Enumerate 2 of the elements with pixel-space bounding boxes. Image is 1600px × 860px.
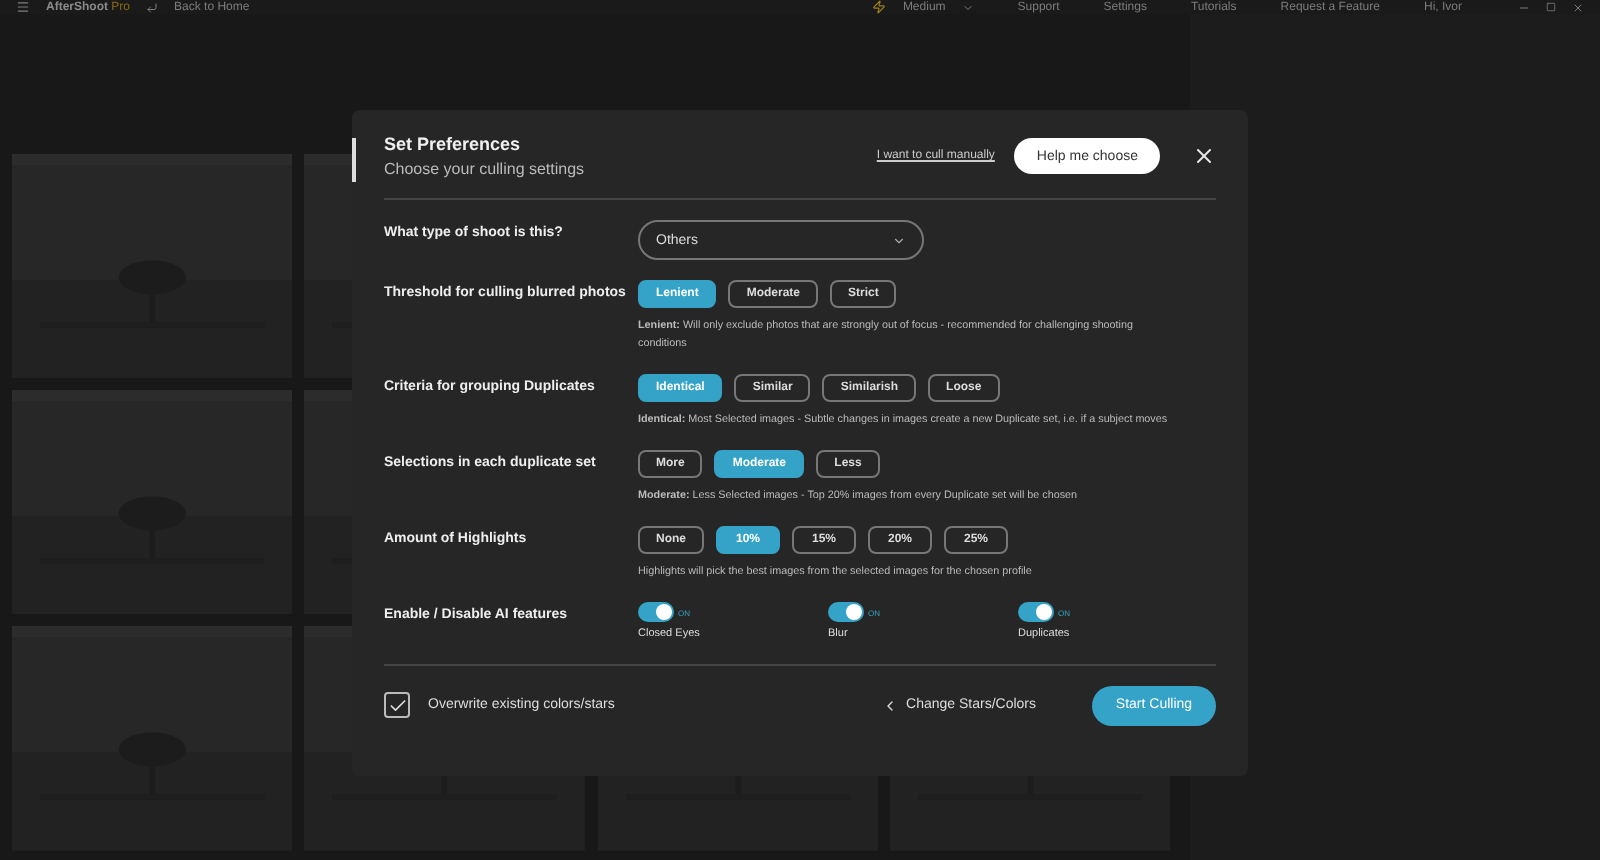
- dialog-title: Set Preferences: [384, 134, 523, 154]
- dialog-subtitle: Choose your culling settings: [384, 160, 587, 178]
